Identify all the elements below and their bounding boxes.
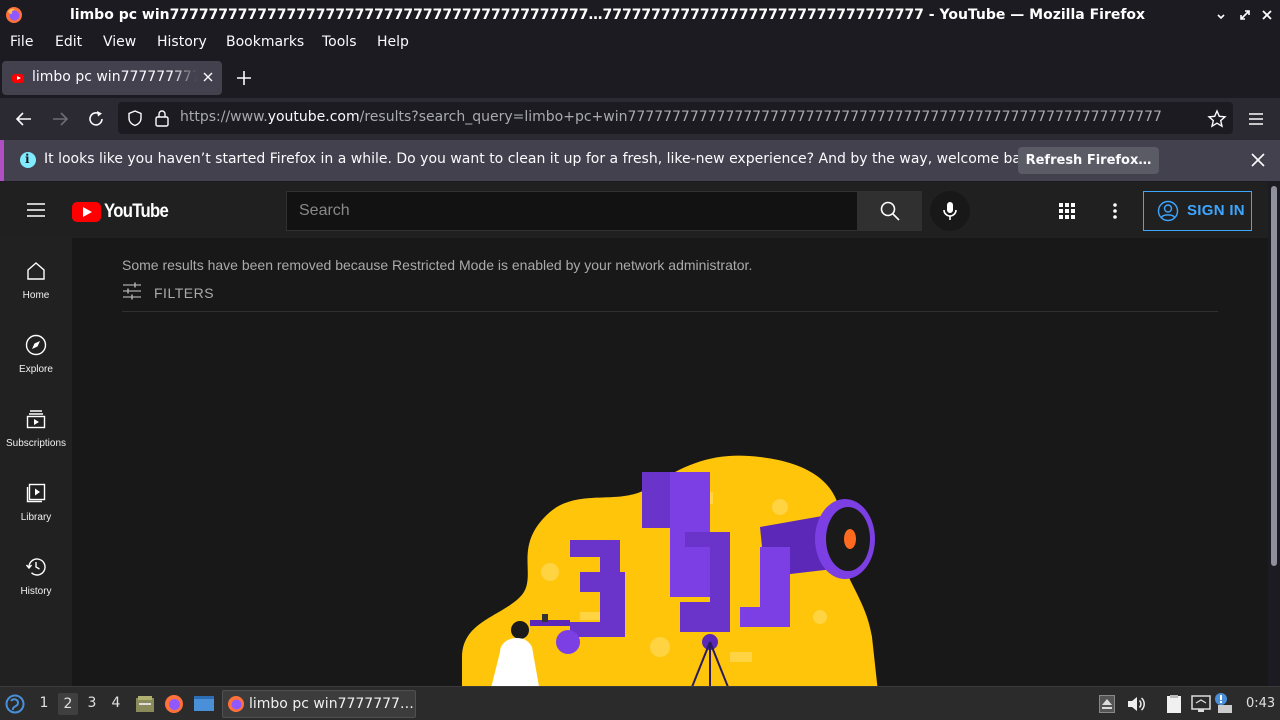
filters-divider [122, 311, 1218, 312]
tab-strip: limbo pc win77777777777777777 [0, 56, 1280, 98]
scrollbar-thumb[interactable] [1271, 186, 1277, 566]
workspace-2[interactable]: 2 [58, 693, 78, 715]
guide-item-explore[interactable]: Explore [0, 312, 72, 386]
search-icon [880, 201, 900, 221]
tab-youtube[interactable]: limbo pc win77777777777777777 [2, 61, 222, 95]
guide-item-home[interactable]: Home [0, 238, 72, 312]
no-results-illustration [462, 455, 878, 686]
menu-view[interactable]: View [103, 34, 136, 50]
restricted-mode-notice: Some results have been removed because R… [122, 257, 753, 273]
guide-sidebar: Home Explore Subscriptions Library Histo… [0, 238, 72, 686]
desktop-icon[interactable] [193, 694, 215, 714]
filters-button[interactable]: FILTERS [122, 282, 214, 301]
firefox-launcher-icon[interactable] [164, 694, 184, 714]
refresh-firefox-button[interactable]: Refresh Firefox… [1018, 147, 1159, 174]
workspace-3[interactable]: 3 [82, 695, 102, 711]
menu-tools[interactable]: Tools [322, 34, 357, 50]
window-titlebar: limbo pc win7777777777777777777777777777… [0, 0, 1280, 30]
sign-in-label: SIGN IN [1187, 202, 1245, 219]
file-manager-icon[interactable] [135, 694, 155, 714]
guide-label-library: Library [20, 512, 52, 523]
filters-label: FILTERS [154, 285, 215, 301]
clock: 0:43 [1246, 696, 1276, 711]
clipboard-icon[interactable] [1164, 694, 1184, 714]
system-taskbar: 1 2 3 4 limbo pc win7777777… 0:43 [0, 686, 1280, 720]
search-button[interactable] [858, 191, 922, 231]
url-text[interactable]: https://www.youtube.com/results?search_q… [180, 109, 1195, 125]
notification-bar: It looks like you haven’t started Firefo… [0, 140, 1280, 181]
search-box [286, 191, 858, 231]
navigation-bar: https://www.youtube.com/results?search_q… [0, 98, 1280, 140]
microphone-icon [943, 202, 957, 220]
menu-file[interactable]: File [10, 34, 33, 50]
guide-label-home: Home [22, 290, 50, 301]
taskbar-firefox-window[interactable]: limbo pc win7777777… [222, 690, 416, 718]
hamburger-menu-icon[interactable] [26, 202, 46, 218]
minimize-icon[interactable] [1214, 8, 1228, 22]
account-icon [1157, 200, 1179, 222]
firefox-window-icon [228, 696, 244, 712]
firefox-icon [6, 7, 22, 23]
eject-icon[interactable] [1099, 695, 1115, 713]
maximize-icon[interactable] [1238, 8, 1252, 22]
menu-edit[interactable]: Edit [55, 34, 82, 50]
filter-sliders-icon [123, 282, 141, 300]
youtube-play-icon [72, 202, 101, 222]
workspace-1[interactable]: 1 [34, 695, 54, 711]
new-tab-icon[interactable] [234, 68, 254, 88]
youtube-header: YouTube SIGN IN [0, 182, 1268, 238]
info-icon [20, 152, 36, 168]
workspace-4[interactable]: 4 [106, 695, 126, 711]
library-icon [26, 483, 46, 503]
guide-label-subscriptions: Subscriptions [5, 438, 67, 449]
taskbar-window-label: limbo pc win7777777… [249, 696, 414, 712]
back-icon[interactable] [13, 108, 35, 130]
window-title: limbo pc win7777777777777777777777777777… [70, 7, 1146, 23]
home-icon [27, 262, 45, 280]
guide-item-history[interactable]: History [0, 534, 72, 608]
guide-item-library[interactable]: Library [0, 460, 72, 534]
history-icon [25, 558, 46, 576]
menu-help[interactable]: Help [377, 34, 409, 50]
more-options-icon[interactable] [1106, 201, 1124, 221]
guide-label-history: History [20, 586, 52, 597]
app-menu-icon[interactable] [1245, 108, 1267, 130]
reload-icon[interactable] [85, 108, 107, 130]
lock-icon[interactable] [154, 109, 170, 127]
bookmark-star-icon[interactable] [1206, 108, 1228, 130]
start-menu-icon[interactable] [5, 694, 25, 714]
guide-item-subscriptions[interactable]: Subscriptions [0, 386, 72, 460]
apps-grid-icon[interactable] [1058, 202, 1076, 220]
compass-icon [25, 334, 47, 356]
youtube-wordmark: YouTube [104, 201, 169, 222]
search-input[interactable] [287, 192, 857, 230]
shield-icon[interactable] [126, 109, 144, 127]
close-notification-icon[interactable] [1249, 151, 1267, 169]
voice-search-button[interactable] [930, 191, 970, 231]
youtube-logo[interactable]: YouTube [72, 201, 177, 223]
menu-history[interactable]: History [157, 34, 207, 50]
network-icon[interactable] [1191, 695, 1211, 713]
notification-message: It looks like you haven’t started Firefo… [44, 151, 1043, 167]
youtube-favicon-icon [12, 74, 24, 83]
tab-label: limbo pc win77777777777777777 [32, 69, 197, 85]
volume-icon[interactable] [1126, 695, 1146, 713]
update-notifier-icon[interactable] [1214, 692, 1234, 714]
menu-bar: File Edit View History Bookmarks Tools H… [0, 30, 1280, 56]
subscriptions-icon [26, 410, 46, 429]
youtube-page: YouTube SIGN IN Home [0, 182, 1268, 686]
url-bar[interactable]: https://www.youtube.com/results?search_q… [118, 102, 1233, 134]
sign-in-button[interactable]: SIGN IN [1143, 191, 1252, 231]
close-tab-icon[interactable] [201, 70, 215, 84]
menu-bookmarks[interactable]: Bookmarks [226, 34, 304, 50]
close-window-icon[interactable] [1260, 8, 1274, 22]
guide-label-explore: Explore [19, 364, 53, 375]
forward-icon[interactable] [49, 108, 71, 130]
page-scrollbar[interactable] [1268, 182, 1280, 686]
